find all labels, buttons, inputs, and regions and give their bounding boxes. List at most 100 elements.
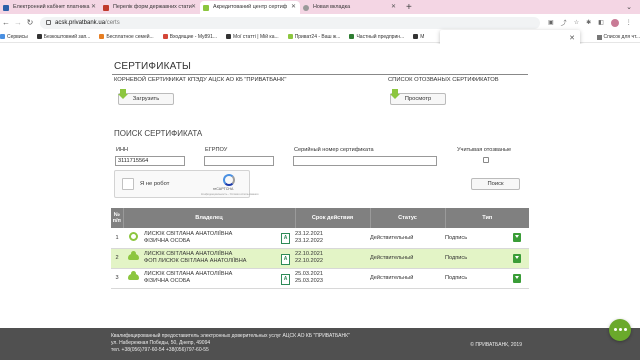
chat-dots-icon [614,328,617,331]
download-icon[interactable] [513,253,521,263]
recaptcha-links[interactable]: Конфиденциальность - Условия использован… [201,193,258,196]
extensions-puzzle-icon[interactable]: ◧ [598,19,604,26]
pdf-icon[interactable]: A [281,253,290,265]
col-type: Тип [445,208,529,228]
include-revoked-checkbox[interactable] [483,157,489,163]
inn-label: ИНН [116,147,129,153]
bookmark-label: Приват24 - Ваш ж... [294,33,341,40]
address-bar[interactable]: acsk.privatbank.ua/certs [40,16,540,29]
bookmark-item[interactable]: Частный предприн... [349,34,404,40]
recaptcha-text: Я не робот [140,181,170,187]
reading-list-button[interactable]: Список для чт... [592,31,640,42]
tab-label: Перелік форм державних стати [113,4,192,10]
revoked-list-label: СПИСОК ОТОЗВАНЫХ СЕРТИФИКАТОВ [388,77,499,83]
row-num: 3 [111,268,123,289]
term-cell: A 23.12.2021 23.12.2022 [281,228,370,249]
tab-label: Акредитований центр сертиф [213,4,288,10]
row-num: 1 [111,228,123,249]
serial-label: Серийный номер сертификата [294,147,374,153]
type-cell: Подпись [445,268,529,289]
tab-label: Електронний кабінет платника [13,4,90,10]
key-icon [129,232,138,242]
bookmark-favicon-icon [99,34,105,39]
owner-cell: ЛИСЮК СВІТЛАНА АНАТОЛІЇВНА ФІЗИЧНА ОСОБА [144,228,295,249]
back-arrow-icon[interactable]: ← [0,18,12,27]
close-icon[interactable]: ✕ [569,34,575,42]
bookmark-item[interactable]: Приват24 - Ваш ж... [287,33,341,40]
tab-strip: Електронний кабінет платника ✕ Перелік ф… [0,0,640,14]
owner-cell: ЛИСЮК СВІТЛАНА АНАТОЛІЇВНА ФІЗИЧНА ОСОБА [144,268,295,289]
browser-tab-tax-cabinet[interactable]: Електронний кабінет платника ✕ [0,1,100,14]
type-cell: Подпись [445,228,529,249]
root-cert-label: КОРНЕВОЙ СЕРТИФИКАТ КПЭДУ АЦСК АО КБ "ПР… [114,77,287,83]
search-button[interactable]: Поиск [471,178,520,190]
reload-icon[interactable]: ↻ [24,18,36,27]
bookmark-item[interactable]: Мої статті | Мій ка... [226,34,279,40]
bookmark-item[interactable]: M [413,34,424,40]
owner-cell: ЛИСЮК СВІТЛАНА АНАТОЛІЇВНА ФОП ЛИСЮК СВІ… [144,248,295,269]
view-button-label: Просмотр [404,96,432,102]
inn-field[interactable] [115,156,185,166]
footer-phones: тел. +38(056)797-60-54 +38(056)797-60-55 [111,347,209,353]
revoked-toggle-label: Учитывая отозваные [457,147,512,153]
cloud-icon [128,271,139,280]
cloud-icon [128,251,139,260]
egrpou-field[interactable] [204,156,274,166]
pdf-icon[interactable]: A [281,273,290,285]
table-row[interactable]: 3 ЛИСЮК СВІТЛАНА АНАТОЛІЇВНА ФІЗИЧНА ОСО… [111,268,529,289]
recaptcha-checkbox[interactable] [122,178,134,190]
pdf-icon[interactable]: A [281,233,290,244]
new-tab-button[interactable]: + [400,1,418,14]
privat24-icon [287,34,293,39]
chat-button[interactable] [609,319,631,341]
status-cell: Действительный [370,248,445,269]
download-button[interactable]: Загрузить [118,89,174,105]
close-icon[interactable]: ✕ [191,1,196,14]
bookmark-item[interactable]: Входящие - My891... [162,34,217,40]
close-icon[interactable]: ✕ [391,1,396,14]
profile-avatar-icon[interactable] [610,18,619,27]
share-icon[interactable]: ⤴ [561,18,567,27]
bookmark-label: Мої статті | Мій ка... [233,33,279,40]
row-num: 2 [111,248,123,269]
type-cell: Подпись [445,248,529,269]
recaptcha-logo-icon [223,174,235,186]
menu-dots-icon[interactable]: ⋮ [626,19,632,26]
bookmark-star-icon[interactable]: ☆ [574,19,579,26]
bookmark-label: Сервисы [7,33,28,40]
owner-entity: ФОП ЛИСЮК СВІТЛАНА АНАТОЛІЇВНА [144,258,247,264]
term-cell: A 25.03.2021 25.03.2023 [281,268,370,289]
download-arrow-icon [118,89,128,100]
close-icon[interactable]: ✕ [291,1,296,14]
tab-search-chevron-icon[interactable]: ⌄ [618,1,640,14]
view-button[interactable]: Просмотр [390,89,446,105]
url-host: acsk.privatbank.ua [55,19,106,26]
browser-tab-acsk[interactable]: Акредитований центр сертиф ✕ [200,1,300,14]
term-cell: A 22.10.2021 22.10.2022 [281,248,370,269]
table-row[interactable]: 1 ЛИСЮК СВІТЛАНА АНАТОЛІЇВНА ФІЗИЧНА ОСО… [111,228,529,249]
apps-grid-icon [0,34,5,39]
bookmark-item[interactable]: Бесплатное семей... [99,33,154,40]
bookmark-item[interactable]: Безкоштовний зап... [36,34,90,40]
page-content: СЕРТИФИКАТЫ КОРНЕВОЙ СЕРТИФИКАТ КПЭДУ АЦ… [0,44,640,360]
bookmark-item[interactable]: Сервисы [0,34,28,40]
reading-list-icon [596,34,602,40]
footer-address: ул. Набережная Победы, 50, Днепр, 49094 [111,340,211,346]
gmail-icon [162,34,168,39]
browser-tab-forms[interactable]: Перелік форм державних стати ✕ [100,1,200,14]
forward-arrow-icon[interactable]: → [12,18,24,27]
browser-toolbar: ← → ↻ acsk.privatbank.ua/certs ▣ ⤴ ☆ ✱ ◧… [0,14,640,31]
extension-icon[interactable]: ✱ [586,19,591,26]
install-icon[interactable]: ▣ [548,19,554,26]
browser-tab-new[interactable]: Новая вкладка ✕ [300,1,400,14]
toolbar-icons: ▣ ⤴ ☆ ✱ ◧ ⋮ [548,18,632,27]
table-row[interactable]: 2 ЛИСЮК СВІТЛАНА АНАТОЛІЇВНА ФОП ЛИСЮК С… [111,248,529,269]
download-icon[interactable] [513,273,521,283]
bookmark-label: Бесплатное семей... [106,33,154,40]
close-icon[interactable]: ✕ [91,1,96,14]
serial-number-field[interactable] [293,156,437,166]
url-path: /certs [105,19,120,26]
status-cell: Действительный [370,228,445,249]
type-label: Подпись [445,275,468,281]
download-icon[interactable] [513,233,521,242]
